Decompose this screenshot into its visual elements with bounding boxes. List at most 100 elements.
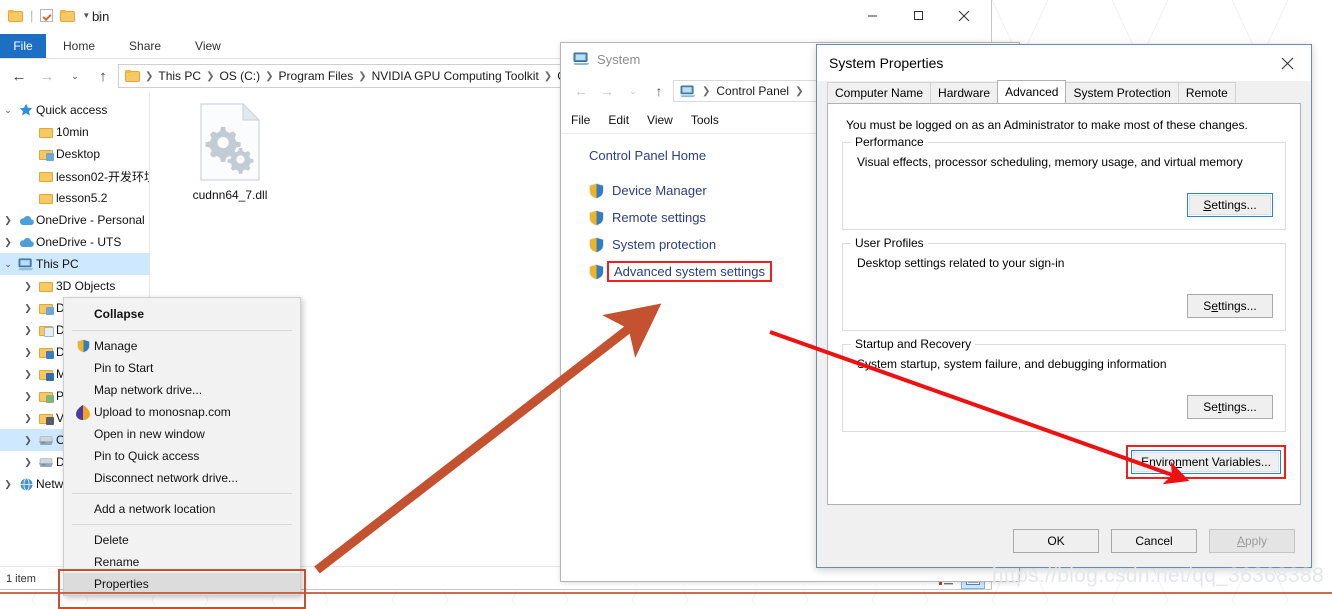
chevron-right-icon[interactable]: ❯: [20, 347, 36, 358]
music-folder-icon: [36, 369, 56, 381]
forward-arrow-icon[interactable]: →: [34, 64, 60, 88]
tree-item-3d-objects[interactable]: ❯ 3D Objects: [0, 275, 149, 297]
tab-advanced[interactable]: Advanced: [997, 80, 1067, 103]
context-menu-items[interactable]: Collapse Manage Pin to Start Map network dr…: [64, 302, 300, 595]
user-profiles-settings-button[interactable]: Se ttings...: [1187, 294, 1273, 318]
up-arrow-icon[interactable]: ↑: [90, 64, 116, 88]
chevron-right-icon[interactable]: ❯: [0, 215, 16, 226]
chevron-right-icon[interactable]: ❯: [20, 281, 36, 292]
tab-system-protection[interactable]: System Protection: [1065, 82, 1179, 103]
chevron-right-icon[interactable]: ❯: [0, 479, 16, 490]
dll-gear-file-icon: [200, 102, 261, 181]
menu-item-open-in-new-window[interactable]: Open in new window: [64, 423, 300, 445]
shield-icon: [589, 236, 604, 253]
chevron-right-icon[interactable]: ❯: [20, 457, 36, 468]
tab-hardware[interactable]: Hardware: [930, 82, 999, 103]
network-icon: [20, 477, 32, 491]
tree-item-lesson02[interactable]: lesson02-开发环境: [0, 165, 149, 187]
tab-computer-name[interactable]: Computer Name: [827, 82, 932, 103]
menu-item-pin-to-start[interactable]: Pin to Start: [64, 357, 300, 379]
chevron-right-icon[interactable]: ❯: [20, 391, 36, 402]
menu-item-disconnect-network-drive[interactable]: Disconnect network drive...: [64, 467, 300, 489]
back-arrow-icon[interactable]: ←: [6, 64, 32, 88]
tab-file[interactable]: File: [0, 34, 46, 58]
menu-item-upload-to-monosnap-com[interactable]: Upload to monosnap.com: [64, 401, 300, 423]
desktop-folder-icon: [39, 149, 54, 161]
chevron-right-icon[interactable]: ❯: [20, 413, 36, 424]
tree-item-this-pc[interactable]: ⌄ This PC: [0, 253, 149, 275]
up-arrow-icon[interactable]: ↑: [647, 80, 671, 102]
breadcrumb-item-control-panel[interactable]: Control Panel: [716, 84, 789, 98]
tree-item-label: OneDrive - Personal: [36, 213, 145, 227]
menu-tools[interactable]: Tools: [691, 113, 719, 127]
chevron-right-icon[interactable]: ❯: [0, 237, 16, 248]
chevron-right-icon[interactable]: ❯: [20, 303, 36, 314]
maximize-icon[interactable]: [895, 0, 941, 31]
menu-item-manage[interactable]: Manage: [64, 335, 300, 357]
environment-variables-button[interactable]: Enviro n ment Variables...: [1131, 450, 1281, 474]
breadcrumb-item-this-pc[interactable]: This PC: [158, 69, 201, 83]
tab-home[interactable]: Home: [46, 34, 112, 58]
cp-link-label: System protection: [612, 237, 717, 252]
menu-item-pin-to-quick-access[interactable]: Pin to Quick access: [64, 445, 300, 467]
list-item[interactable]: cudnn64_7.dll: [175, 102, 285, 202]
tree-item-quick-access[interactable]: ⌄ Quick access: [0, 99, 149, 121]
close-icon[interactable]: [1267, 48, 1307, 78]
folder-icon: [39, 127, 53, 138]
close-icon[interactable]: [941, 0, 987, 31]
chevron-down-icon[interactable]: ⌄: [0, 105, 16, 116]
back-arrow-icon[interactable]: ←: [569, 80, 593, 102]
startup-recovery-description: System startup, system failure, and debu…: [857, 357, 1167, 371]
tab-remote[interactable]: Remote: [1177, 82, 1236, 103]
explorer-title: bin: [92, 9, 110, 24]
menu-item-delete[interactable]: Delete: [64, 529, 300, 551]
menu-item-map-network-drive[interactable]: Map network drive...: [64, 379, 300, 401]
context-menu[interactable]: Collapse Manage Pin to Start Map network dr…: [58, 297, 306, 609]
chevron-down-icon[interactable]: ▼: [82, 11, 90, 20]
chevron-right-icon[interactable]: ❯: [20, 435, 36, 446]
menu-item-collapse[interactable]: Collapse: [64, 302, 300, 326]
startup-recovery-settings-button[interactable]: Se t tings...: [1187, 395, 1273, 419]
ok-button[interactable]: OK: [1013, 529, 1099, 553]
tab-view[interactable]: View: [178, 34, 238, 58]
breadcrumb-item-os-c[interactable]: OS (C:): [219, 69, 260, 83]
tree-item-onedrive-personal[interactable]: ❯ OneDrive - Personal: [0, 209, 149, 231]
tree-item-onedrive-uts[interactable]: ❯ OneDrive - UTS: [0, 231, 149, 253]
menu-file[interactable]: File: [571, 113, 590, 127]
downloads-folder-icon: [39, 347, 54, 359]
chevron-down-icon[interactable]: ⌄: [621, 80, 645, 102]
item-count-label: 1 item: [6, 573, 36, 585]
menu-edit[interactable]: Edit: [608, 113, 629, 127]
chevron-right-icon[interactable]: ❯: [20, 325, 36, 336]
menu-item-rename[interactable]: Rename: [64, 551, 300, 573]
quick-access-toolbar[interactable]: | ▼ |: [8, 8, 101, 23]
tab-share[interactable]: Share: [112, 34, 178, 58]
user-profiles-group-label: User Profiles: [851, 236, 928, 250]
menu-item-add-a-network-location[interactable]: Add a network location: [64, 498, 300, 520]
pictures-folder-icon: [36, 391, 56, 403]
breadcrumb-item-program-files[interactable]: Program Files: [279, 69, 354, 83]
folder-icon[interactable]: [60, 9, 76, 22]
folder-icon: [39, 281, 53, 292]
checkbox-icon[interactable]: [40, 9, 54, 22]
menu-separator: [72, 493, 292, 494]
forward-arrow-icon[interactable]: →: [595, 80, 619, 102]
breadcrumb-item-nvidia[interactable]: NVIDIA GPU Computing Toolkit: [372, 69, 539, 83]
chevron-down-icon[interactable]: ⌄: [0, 259, 16, 270]
performance-settings-button[interactable]: Settings...: [1187, 193, 1273, 217]
cancel-button[interactable]: Cancel: [1111, 529, 1197, 553]
chevron-down-icon[interactable]: ⌄: [62, 64, 88, 88]
user-profiles-group: User Profiles Desktop settings related t…: [842, 236, 1286, 331]
folder-icon: [36, 127, 56, 138]
tree-item-10min[interactable]: 10min: [0, 121, 149, 143]
user-profiles-description: Desktop settings related to your sign-in: [857, 256, 1065, 270]
menu-item-label: Pin to Start: [94, 361, 154, 375]
minimize-icon[interactable]: [849, 0, 895, 31]
dialog-tabs[interactable]: Computer Name Hardware Advanced System Prot…: [817, 80, 1311, 103]
desktop-folder-icon: [36, 303, 56, 315]
tree-item-desktop[interactable]: Desktop: [0, 143, 149, 165]
shield-icon: [589, 263, 604, 280]
tree-item-lesson5-2[interactable]: lesson5.2: [0, 187, 149, 209]
menu-view[interactable]: View: [647, 113, 673, 127]
chevron-right-icon[interactable]: ❯: [20, 369, 36, 380]
